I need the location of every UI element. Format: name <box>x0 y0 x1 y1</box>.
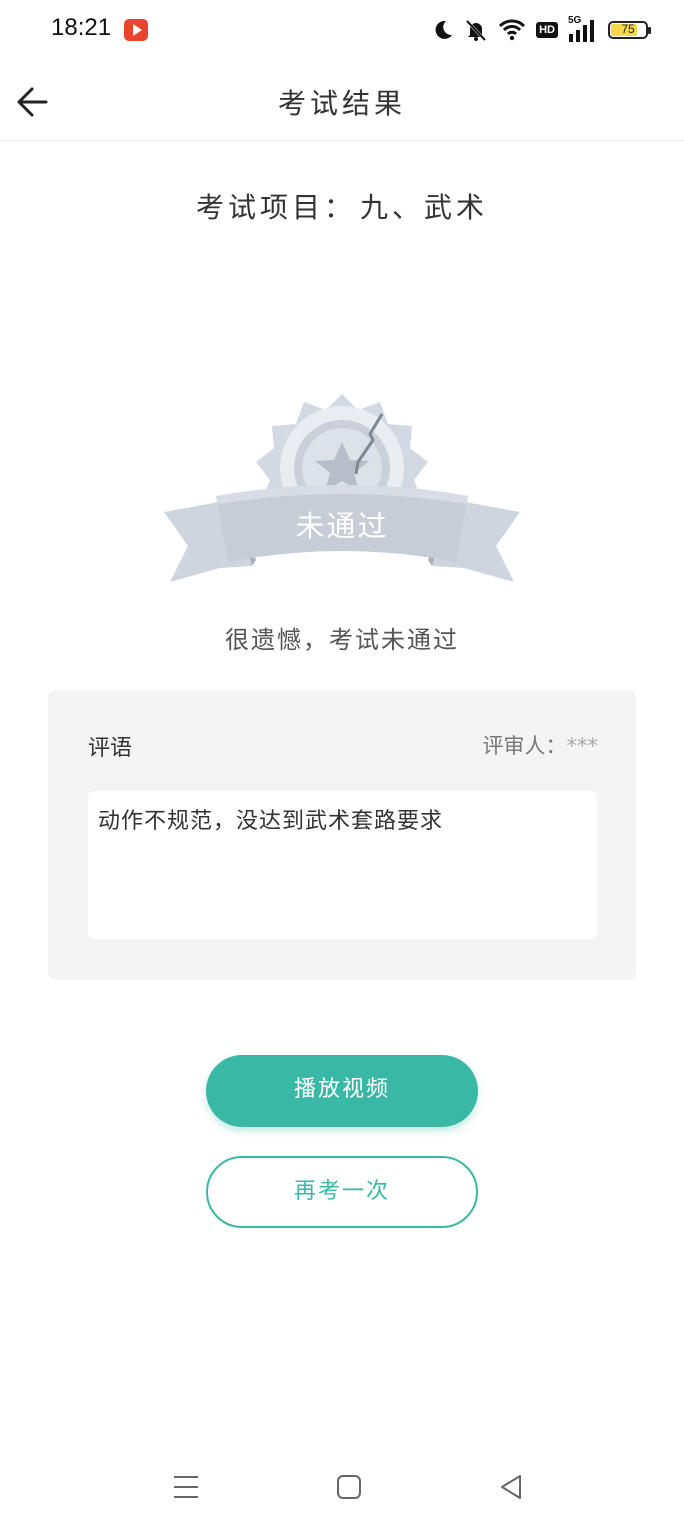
back-triangle-icon[interactable] <box>498 1472 524 1502</box>
badge-status-text: 未通过 <box>295 509 389 543</box>
system-nav-bar <box>0 1460 684 1520</box>
comment-label: 评语 <box>88 736 133 761</box>
result-message: 很遗憾，考试未通过 <box>225 626 459 654</box>
menu-icon[interactable] <box>172 1472 200 1502</box>
comment-box: 动作不规范，没达到武术套路要求 <box>88 791 597 939</box>
exam-subject: 考试项目： 九、武术 <box>0 186 684 226</box>
status-bar: 18:21 HD 5G 75 <box>0 0 684 62</box>
status-time: 18:21 <box>51 14 112 41</box>
retake-exam-button[interactable]: 再考一次 <box>206 1156 478 1228</box>
mute-bell-icon <box>466 19 487 42</box>
reviewer-info: 评审人：*** <box>483 730 599 760</box>
app-header: 考试结果 <box>0 62 684 141</box>
wifi-icon <box>499 19 526 41</box>
comment-text: 动作不规范，没达到武术套路要求 <box>98 809 444 834</box>
hd-icon: HD <box>536 22 558 38</box>
signal-icon: 5G <box>568 15 598 42</box>
exam-subject-value: 九、武术 <box>360 191 489 224</box>
video-app-icon <box>124 19 148 41</box>
battery-icon: 75 <box>608 21 651 39</box>
status-icons: HD 5G 75 <box>432 15 651 44</box>
reviewer-label: 评审人： <box>482 734 567 758</box>
failed-badge-icon <box>164 394 520 582</box>
home-icon[interactable] <box>336 1472 362 1502</box>
reviewer-name: *** <box>566 734 599 758</box>
play-video-button[interactable]: 播放视频 <box>206 1055 478 1127</box>
review-card: 评语 评审人：*** 动作不规范，没达到武术套路要求 <box>48 690 636 980</box>
page-title: 考试结果 <box>277 87 406 120</box>
exam-subject-label: 考试项目： <box>195 191 356 224</box>
moon-icon <box>435 20 453 39</box>
